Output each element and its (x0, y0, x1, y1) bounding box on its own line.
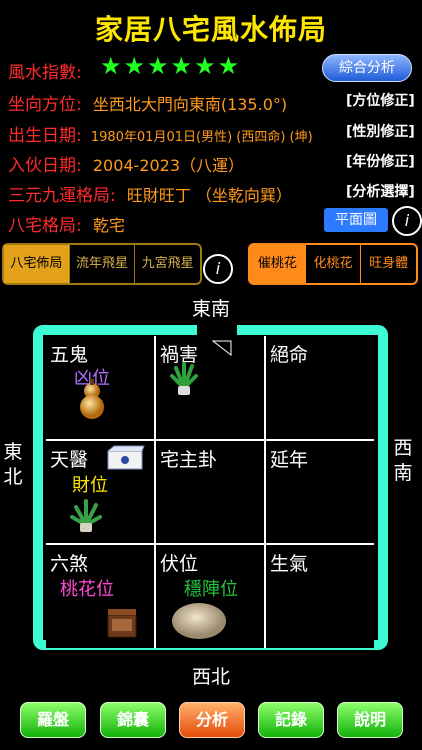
analyze-button[interactable]: 綜合分析 (322, 54, 412, 82)
compass-button[interactable]: 羅盤 (20, 702, 86, 738)
help-button[interactable]: 說明 (337, 702, 403, 738)
cell-name: 五鬼 (50, 344, 89, 366)
page-title: 家居八宅風水佈局 (94, 13, 327, 46)
stone-icon (172, 603, 226, 640)
orientation-fix-button[interactable]: [方位修正] (346, 90, 415, 110)
cell-name: 生氣 (270, 553, 309, 576)
tab-nine-palace-stars[interactable]: 九宮飛星 (135, 245, 200, 283)
cycle-row: 三元九運格局: 旺財旺丁 （坐乾向巽） (8, 181, 292, 206)
house-type-value: 乾宅 (92, 216, 125, 235)
grid-cell-fuwei[interactable]: 伏位 穩陣位 (156, 545, 264, 648)
cell-sub: 桃花位 (60, 579, 114, 601)
layout-tabs: 八宅佈局 流年飛星 九宮飛星 (2, 243, 202, 285)
records-button[interactable]: 記錄 (258, 702, 324, 738)
door-icon (212, 340, 232, 356)
tab-bazhai-layout[interactable]: 八宅佈局 (4, 245, 70, 283)
plant-icon (70, 498, 102, 532)
orientation-label: 坐向方位: (8, 95, 82, 115)
grid-cell-jueming[interactable]: 絕命 (266, 336, 374, 439)
direction-left: 東 北 (3, 441, 23, 488)
gender-fix-button[interactable]: [性別修正] (346, 121, 415, 141)
tab-resolve-romance[interactable]: 化桃花 (306, 245, 362, 283)
house-type-row: 八宅格局: 乾宅 (8, 211, 125, 236)
grid-cell-liusha[interactable]: 六煞 桃花位 (46, 545, 154, 648)
enhance-tabs: 催桃花 化桃花 旺身體 (248, 243, 418, 285)
grid-cell-yannian[interactable]: 延年 (266, 440, 374, 544)
grid-cell-huohai[interactable]: 禍害 (156, 336, 264, 439)
tab-boost-health[interactable]: 旺身體 (361, 245, 416, 283)
grid-cell-wugui[interactable]: 五鬼 凶位 (46, 336, 154, 439)
movein-label: 入伙日期: (8, 156, 82, 176)
bagua-grid: 五鬼 凶位 禍害 絕命 天醫 財位 宅主卦 延年 六煞 桃花位 伏位 穩陣位 生… (46, 336, 374, 648)
house-type-label: 八宅格局: (8, 216, 82, 236)
orientation-row: 坐向方位: 坐西北大門向東南(135.0°) (8, 90, 287, 115)
cell-name: 伏位 (160, 553, 199, 576)
cell-name: 六煞 (50, 553, 89, 576)
cell-name: 宅主卦 (160, 448, 218, 471)
analysis-button[interactable]: 分析 (179, 702, 245, 738)
tips-button[interactable]: 錦囊 (100, 702, 166, 738)
treasure-box-icon (107, 445, 145, 470)
grid-cell-center[interactable]: 宅主卦 (156, 440, 264, 544)
cycle-value: 旺財旺丁 （坐乾向巽） (126, 186, 292, 205)
cell-name: 絕命 (270, 344, 309, 366)
cell-name: 天醫 (50, 448, 89, 471)
direction-right: 西 南 (393, 437, 413, 484)
rating-stars: ★★★★★★ (100, 52, 242, 80)
orientation-value: 坐西北大門向東南(135.0°) (92, 95, 288, 114)
info-icon[interactable]: i (392, 206, 422, 236)
cell-sub: 穩陣位 (184, 579, 238, 601)
movein-value: 2004-2023（八運） (92, 156, 245, 175)
door-gap (197, 320, 237, 336)
rating-label: 風水指數: (8, 63, 82, 83)
direction-bottom: 西北 (192, 666, 231, 688)
movein-row: 入伙日期: 2004-2023（八運） (8, 151, 244, 176)
cycle-label: 三元九運格局: (8, 186, 116, 206)
plant-icon (170, 362, 198, 395)
tab-boost-romance[interactable]: 催桃花 (250, 245, 306, 283)
birthdate-label: 出生日期: (8, 126, 82, 146)
grid-cell-shengqi[interactable]: 生氣 (266, 545, 374, 648)
floor-plan-button[interactable]: 平面圖 (324, 208, 388, 232)
year-fix-button[interactable]: [年份修正] (346, 151, 415, 171)
birthdate-row: 出生日期: 1980年01月01日(男性) (西四命) (坤) (8, 121, 313, 146)
gourd-icon (80, 379, 104, 419)
analysis-select-button[interactable]: [分析選擇] (346, 181, 415, 201)
music-box-icon (107, 609, 137, 638)
tabs-info-icon[interactable]: i (203, 254, 233, 284)
birthdate-value: 1980年01月01日(男性) (西四命) (坤) (90, 130, 313, 145)
direction-top: 東南 (192, 298, 231, 320)
cell-sub: 財位 (72, 474, 108, 496)
tab-annual-stars[interactable]: 流年飛星 (70, 245, 136, 283)
grid-cell-tianyi[interactable]: 天醫 財位 (46, 440, 154, 544)
cell-name: 延年 (270, 448, 309, 471)
